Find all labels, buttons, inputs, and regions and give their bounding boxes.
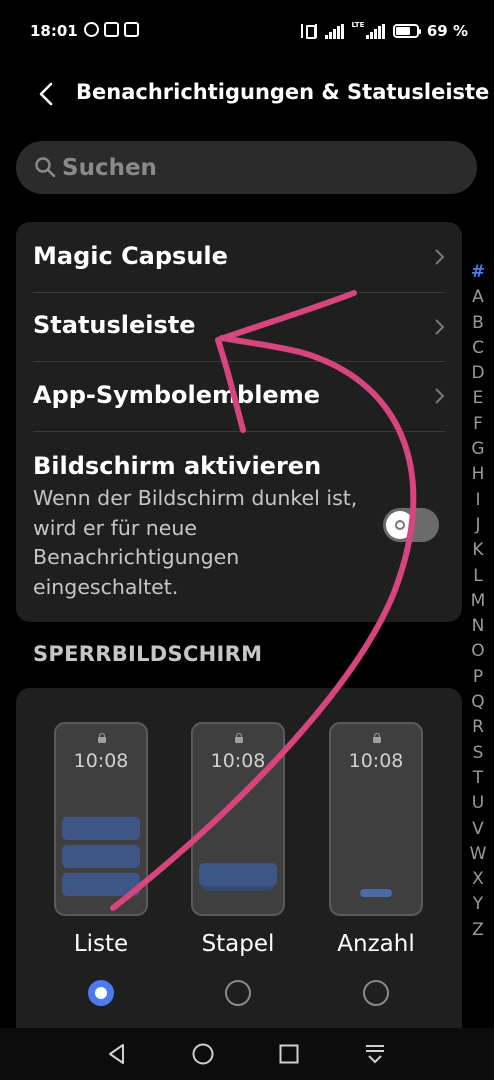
index-letter[interactable]: J (466, 513, 490, 538)
navigation-bar (0, 1028, 494, 1080)
radio-liste[interactable] (88, 980, 114, 1006)
preview-time: 10:08 (348, 750, 404, 772)
stacked-notification-front (199, 863, 277, 886)
wake-screen-description: Wenn der Bildschirm dunkel ist, wird er … (33, 486, 358, 599)
statusleiste-label: Statusleiste (33, 311, 196, 339)
battery-icon (392, 24, 421, 38)
lock-icon (373, 733, 381, 743)
list-style-preview[interactable]: 10:08 (54, 722, 148, 916)
option-label-liste[interactable]: Liste (31, 931, 171, 957)
toggle-knob (386, 511, 414, 539)
status-bar: 18:01 LTE 69 % (0, 0, 494, 66)
stack-style-preview[interactable]: 10:08 (191, 722, 285, 916)
battery-percent: 69 % (426, 22, 468, 40)
index-letter[interactable]: L (466, 564, 490, 589)
index-letter[interactable]: N (466, 614, 490, 639)
status-notification-icons (84, 22, 139, 37)
index-letter[interactable]: D (466, 361, 490, 386)
index-letter[interactable]: Y (466, 892, 490, 917)
alarm-icon (84, 22, 99, 37)
app-badges-row[interactable]: App-Symbolembleme (16, 361, 462, 431)
network-type-label: LTE (351, 21, 365, 29)
recents-square-icon[interactable] (277, 1042, 301, 1066)
back-arrow-icon[interactable] (36, 82, 58, 106)
index-letter[interactable]: W (466, 842, 490, 867)
preview-time: 10:08 (210, 750, 266, 772)
notification-pulldown-icon[interactable] (363, 1042, 387, 1066)
chevron-right-icon (435, 249, 445, 265)
page-header: Benachrichtigungen & Statusleiste (0, 66, 494, 122)
preview-time: 10:08 (73, 750, 129, 772)
magic-capsule-label: Magic Capsule (33, 242, 228, 270)
radio-stapel[interactable] (225, 980, 251, 1006)
status-system-icons: LTE 69 % (301, 21, 468, 40)
wake-screen-title: Bildschirm aktivieren (33, 452, 322, 480)
wake-screen-toggle[interactable] (383, 508, 439, 542)
index-letter[interactable]: K (466, 538, 490, 563)
magic-capsule-row[interactable]: Magic Capsule (16, 222, 462, 292)
index-letter[interactable]: Z (466, 918, 490, 943)
count-style-preview[interactable]: 10:08 (329, 722, 423, 916)
settings-card: Magic Capsule Statusleiste App-Symbolemb… (16, 222, 462, 622)
app-icon (124, 22, 139, 37)
vibrate-icon (301, 24, 317, 39)
index-letter[interactable]: R (466, 715, 490, 740)
notification-card (62, 873, 140, 896)
app-badges-label: App-Symbolembleme (33, 381, 320, 409)
index-letter[interactable]: O (466, 639, 490, 664)
lockscreen-style-card: 10:08 10:08 10:08 Liste Stapel Anzahl (16, 688, 462, 1028)
index-letter[interactable]: C (466, 336, 490, 361)
index-letter[interactable]: E (466, 386, 490, 411)
option-label-stapel[interactable]: Stapel (168, 931, 308, 957)
index-letter[interactable]: F (466, 412, 490, 437)
index-letter[interactable]: U (466, 791, 490, 816)
alphabet-index[interactable]: # A B C D E F G H I J K L M N O P Q R S T U V W X Y Z (466, 260, 490, 943)
index-letter[interactable]: B (466, 311, 490, 336)
index-letter[interactable]: V (466, 817, 490, 842)
index-letter[interactable]: T (466, 766, 490, 791)
chevron-right-icon (435, 388, 445, 404)
index-letter[interactable]: M (466, 589, 490, 614)
car-icon (104, 22, 119, 37)
index-letter[interactable]: Q (466, 690, 490, 715)
notification-card (62, 817, 140, 840)
home-circle-icon[interactable] (191, 1042, 215, 1066)
index-letter[interactable]: H (466, 462, 490, 487)
signal-icon-2 (366, 23, 385, 39)
lock-icon (98, 733, 106, 743)
index-letter[interactable]: X (466, 867, 490, 892)
option-label-anzahl[interactable]: Anzahl (306, 931, 446, 957)
section-header-lockscreen: SPERRBILDSCHIRM (33, 642, 263, 666)
index-letter[interactable]: A (466, 285, 490, 310)
index-letter[interactable]: # (466, 260, 490, 285)
search-input[interactable] (62, 141, 442, 194)
statusleiste-row[interactable]: Statusleiste (16, 292, 462, 361)
signal-icon (325, 23, 344, 39)
index-letter[interactable]: P (466, 665, 490, 690)
search-icon (35, 157, 56, 178)
count-pill (360, 889, 392, 897)
index-letter[interactable]: I (466, 488, 490, 513)
index-letter[interactable]: G (466, 437, 490, 462)
page-title: Benachrichtigungen & Statusleiste (76, 80, 490, 104)
chevron-right-icon (435, 319, 445, 335)
lock-icon (235, 733, 243, 743)
status-time: 18:01 (30, 22, 78, 40)
index-letter[interactable]: S (466, 741, 490, 766)
radio-anzahl[interactable] (363, 980, 389, 1006)
back-triangle-icon[interactable] (105, 1042, 129, 1066)
notification-card (62, 845, 140, 868)
search-bar[interactable] (16, 141, 477, 194)
